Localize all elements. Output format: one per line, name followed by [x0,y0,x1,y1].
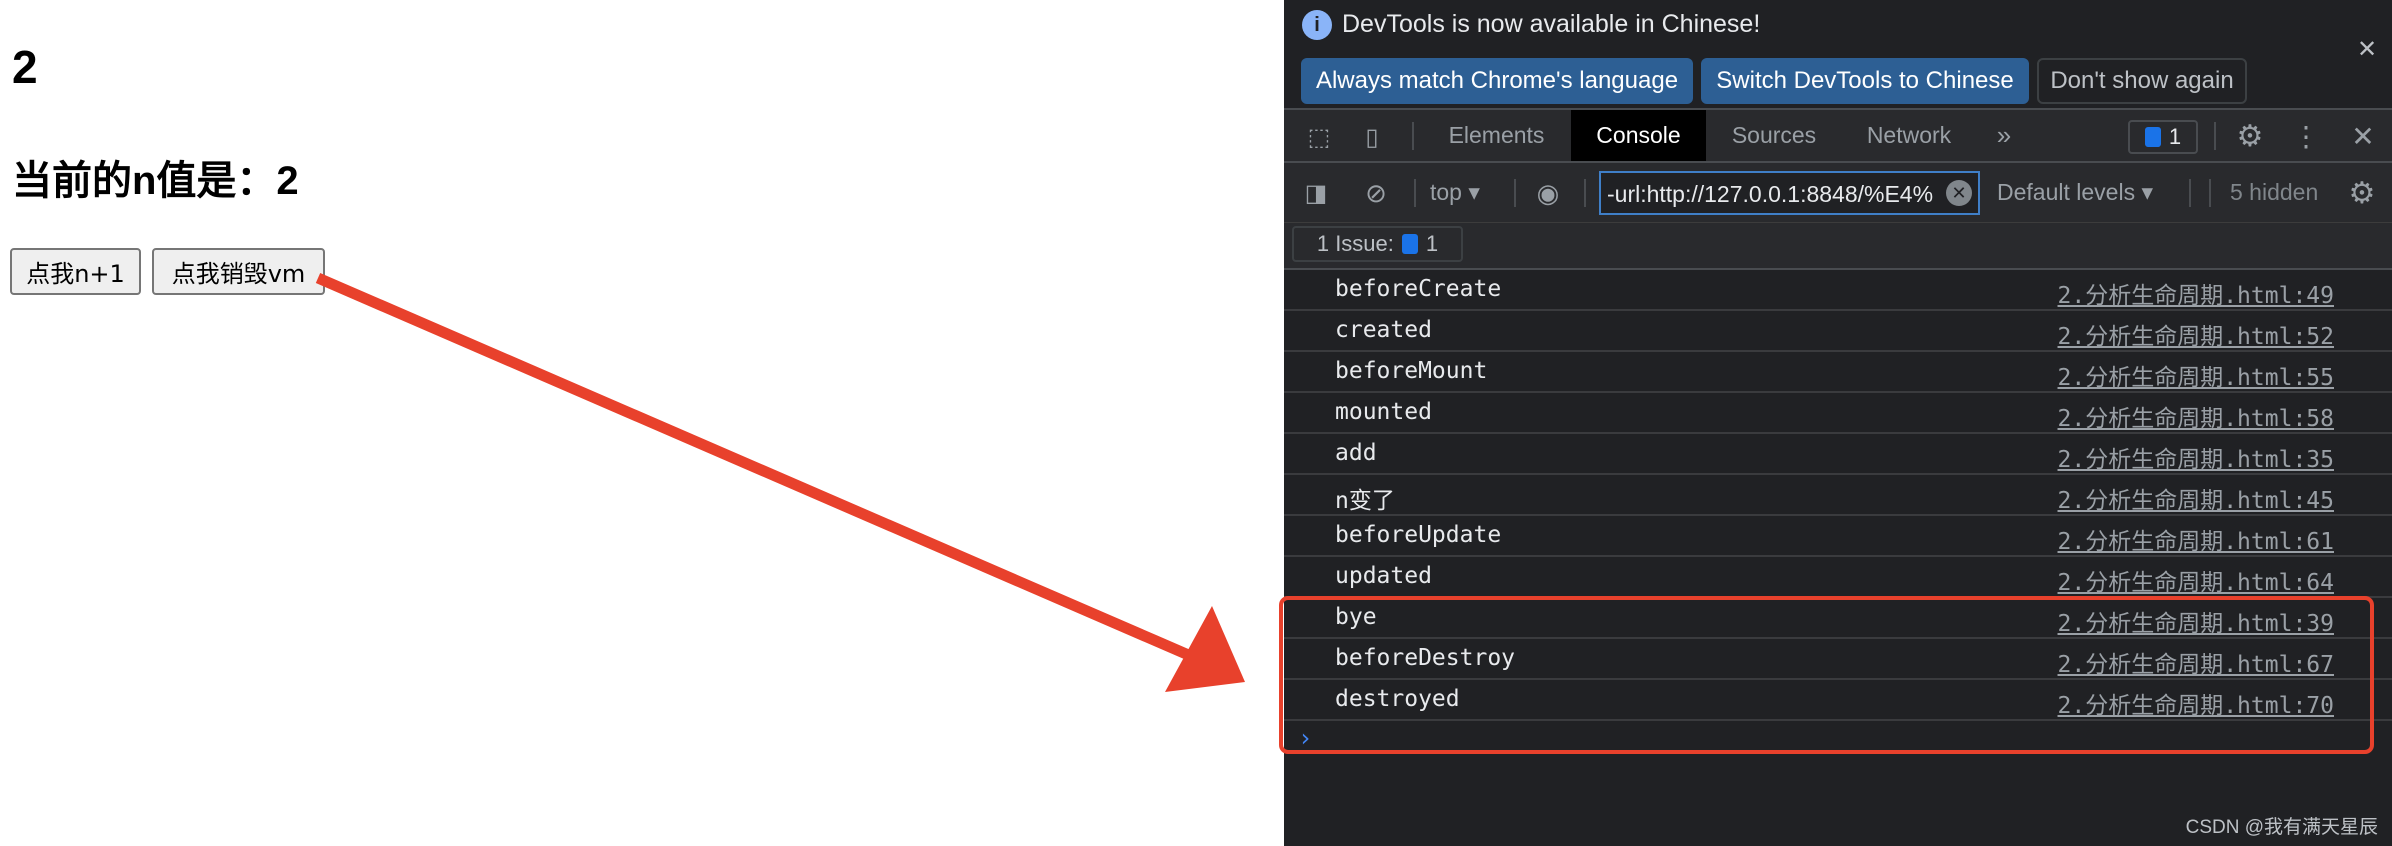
arrow-shaft [315,272,1203,666]
annotation-arrow [315,272,1245,692]
